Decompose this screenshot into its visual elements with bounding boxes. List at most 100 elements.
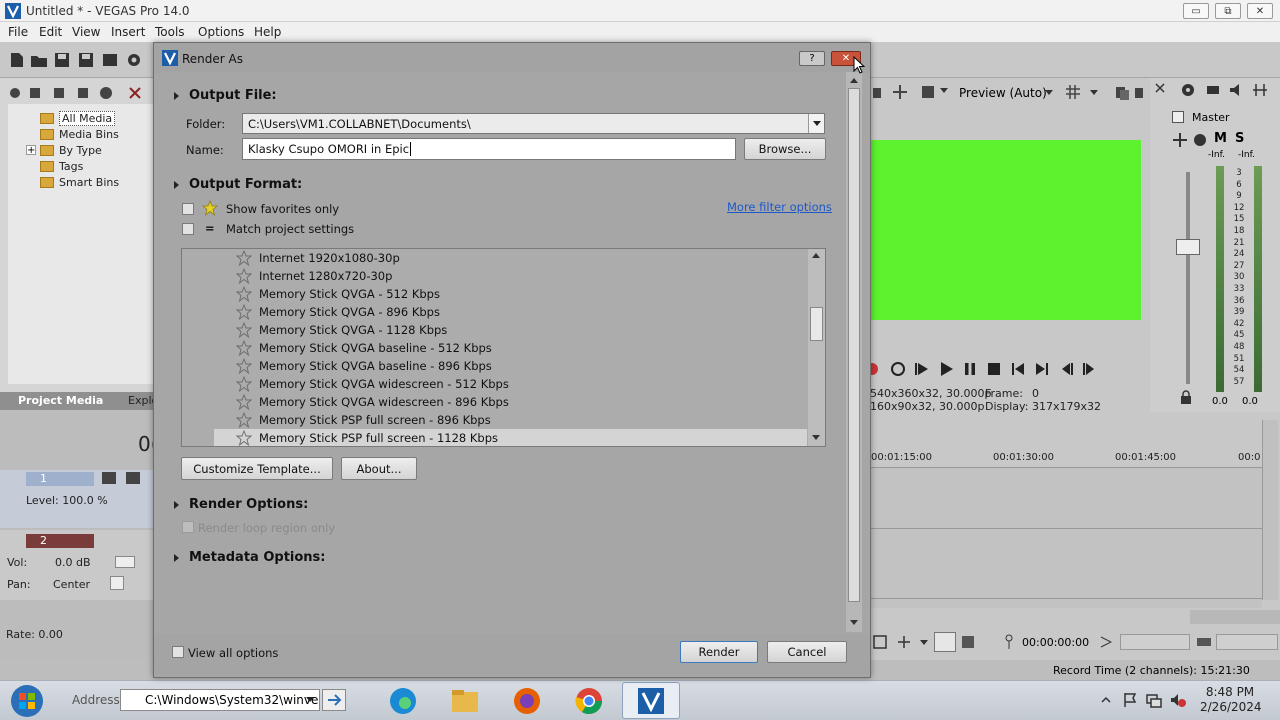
dialog-help-button[interactable]: ?	[799, 51, 825, 66]
properties-gear-icon[interactable]	[125, 51, 143, 69]
folder-dropdown[interactable]: C:\Users\VM1.COLLABNET\Documents\	[242, 113, 825, 134]
close-icon[interactable]	[1154, 82, 1166, 94]
master-properties-gear-icon[interactable]	[1180, 82, 1196, 98]
master-gear-icon[interactable]	[1192, 132, 1208, 148]
volume-muted-icon[interactable]	[1170, 692, 1186, 708]
track-2-header[interactable]: 2 Vol: 0.0 dB Pan: Center	[0, 530, 155, 600]
view-all-options-checkbox[interactable]	[172, 646, 184, 658]
favorite-star-outline-icon[interactable]	[236, 394, 252, 410]
chevron-down-icon[interactable]	[920, 640, 928, 645]
template-list-item[interactable]: Memory Stick PSP full screen - 896 Kbps	[236, 411, 491, 429]
close-window-button[interactable]: ✕	[1247, 3, 1273, 19]
lock-icon[interactable]	[1180, 390, 1192, 404]
render-button[interactable]: Render	[680, 641, 758, 663]
grid-icon[interactable]	[1066, 85, 1080, 99]
tree-item-media-bins[interactable]: Media Bins	[40, 126, 119, 142]
menu-edit[interactable]: Edit	[39, 25, 62, 39]
tree-item-all-media[interactable]: All Media	[40, 110, 116, 126]
show-favorites-checkbox[interactable]	[182, 203, 194, 215]
favorite-star-outline-icon[interactable]	[236, 268, 252, 284]
timeline-vertical-scrollbar[interactable]	[1262, 420, 1278, 600]
pan-slider-thumb[interactable]	[110, 576, 124, 590]
timeline-tracks[interactable]	[870, 468, 1262, 608]
taskbar-edge[interactable]	[374, 682, 432, 719]
browse-button[interactable]: Browse...	[744, 138, 826, 160]
overlay-icon[interactable]	[920, 84, 936, 100]
downmix-icon[interactable]	[1205, 82, 1221, 98]
split-screen-icon[interactable]	[892, 84, 908, 100]
fx-icon[interactable]	[1252, 82, 1268, 98]
play-from-start-icon[interactable]	[914, 361, 930, 377]
scroll-down-icon[interactable]	[812, 435, 820, 440]
next-frame-icon[interactable]	[1082, 361, 1098, 377]
save-snapshot-icon[interactable]	[1134, 85, 1144, 101]
template-list-item[interactable]: Memory Stick QVGA baseline - 896 Kbps	[236, 357, 492, 375]
menu-tools[interactable]: Tools	[155, 25, 185, 39]
region-icon[interactable]	[1100, 636, 1112, 648]
expand-by-type-button[interactable]: +	[26, 145, 36, 156]
template-list-scrollbar[interactable]	[808, 249, 825, 446]
menu-help[interactable]: Help	[254, 25, 281, 39]
render-icon[interactable]	[101, 51, 119, 69]
template-list-item[interactable]: Internet 1920x1080-30p	[236, 249, 400, 267]
taskbar-clock[interactable]: 8:48 PM 2/26/2024	[1200, 685, 1262, 715]
folder-dropdown-button[interactable]	[808, 114, 824, 133]
mute-button[interactable]: M	[1214, 131, 1227, 146]
record-button[interactable]	[870, 361, 878, 377]
open-icon[interactable]	[30, 51, 48, 69]
play-icon[interactable]	[938, 361, 954, 377]
copy-snapshot-icon[interactable]	[1114, 85, 1130, 101]
menu-insert[interactable]: Insert	[111, 25, 145, 39]
solo-button[interactable]: S	[1235, 131, 1244, 146]
preview-quality-dropdown[interactable]: Preview (Auto)	[959, 86, 1047, 100]
render-loop-region-checkbox[interactable]	[182, 521, 194, 533]
go-button[interactable]	[322, 689, 346, 711]
menu-options[interactable]: Options	[198, 25, 244, 39]
master-fader-thumb[interactable]	[1176, 239, 1200, 255]
about-button[interactable]: About...	[341, 457, 417, 480]
dialog-scroll-thumb[interactable]	[848, 88, 860, 602]
favorite-star-outline-icon[interactable]	[236, 322, 252, 338]
network-icon[interactable]	[1146, 692, 1162, 708]
taskbar-firefox[interactable]	[498, 682, 556, 719]
media-toolbar-icon[interactable]	[76, 86, 90, 100]
tree-item-smart-bins[interactable]: Smart Bins	[40, 174, 119, 190]
show-hidden-icons-chevron-icon[interactable]	[1100, 694, 1112, 706]
new-project-icon[interactable]	[8, 51, 26, 69]
template-list-item[interactable]: Memory Stick QVGA - 1128 Kbps	[236, 321, 447, 339]
dialog-vertical-scrollbar[interactable]	[846, 72, 862, 632]
name-input[interactable]: Klasky Csupo OMORI in Epic	[242, 138, 736, 160]
favorite-star-outline-icon[interactable]	[236, 340, 252, 356]
tree-item-by-type[interactable]: By Type	[40, 142, 102, 158]
track-fx-icon[interactable]	[100, 470, 118, 486]
address-input[interactable]: C:\Windows\System32\winve	[120, 689, 320, 711]
scroll-up-icon[interactable]	[812, 253, 820, 258]
favorite-star-outline-icon[interactable]	[236, 304, 252, 320]
chevron-down-icon[interactable]	[306, 697, 314, 702]
lock-envelopes-icon[interactable]	[960, 634, 976, 650]
save-icon[interactable]	[53, 51, 71, 69]
save-as-icon[interactable]	[77, 51, 95, 69]
selection-start-field[interactable]	[1120, 634, 1190, 650]
scroll-down-icon[interactable]	[850, 620, 858, 625]
media-toolbar-icon[interactable]	[52, 86, 66, 100]
output-format-section-header[interactable]: Output Format:	[174, 177, 302, 192]
template-list-item[interactable]: Memory Stick QVGA baseline - 512 Kbps	[236, 339, 492, 357]
template-list-item[interactable]: Memory Stick QVGA widescreen - 896 Kbps	[236, 393, 509, 411]
chevron-down-icon[interactable]	[1045, 90, 1053, 95]
favorite-star-outline-icon[interactable]	[236, 430, 252, 446]
remove-media-icon[interactable]	[128, 86, 142, 100]
menu-file[interactable]: File	[8, 25, 28, 39]
auto-ripple-button[interactable]	[934, 632, 956, 652]
favorite-star-outline-icon[interactable]	[236, 412, 252, 428]
template-list-item[interactable]: Internet 1280x720-30p	[236, 267, 392, 285]
more-filter-options-link[interactable]: More filter options	[727, 200, 832, 214]
master-fx-icon[interactable]	[1172, 132, 1188, 148]
go-to-end-icon[interactable]	[1034, 361, 1050, 377]
maximize-button[interactable]: ⧉	[1215, 3, 1241, 19]
preview-options-icon[interactable]	[872, 86, 882, 100]
template-list-item[interactable]: Memory Stick QVGA - 896 Kbps	[236, 303, 440, 321]
match-project-checkbox[interactable]	[182, 223, 194, 235]
scroll-thumb[interactable]	[810, 307, 823, 341]
favorite-star-outline-icon[interactable]	[236, 358, 252, 374]
